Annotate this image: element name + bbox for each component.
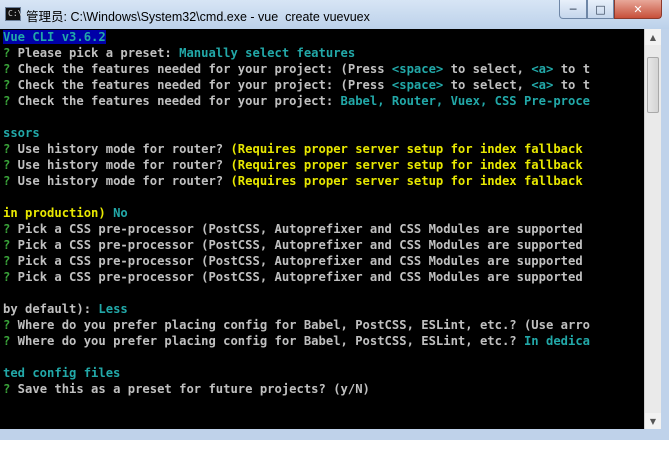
terminal-line: ? Where do you prefer placing config for… [3, 317, 590, 333]
prompt-text: Use history mode for router? [10, 142, 231, 156]
prompt-answer: No [105, 206, 128, 220]
prompt-text: to t [553, 62, 591, 76]
terminal-line: ? Use history mode for router? (Requires… [3, 173, 583, 189]
prompt-answer: Less [98, 302, 128, 316]
prompt-text: to select, [443, 78, 532, 92]
key-hint: <a> [531, 62, 554, 76]
minimize-button[interactable]: ─ [559, 0, 587, 19]
scroll-down-arrow-icon[interactable]: ▼ [645, 413, 661, 429]
app-icon-label: C:\ [8, 9, 23, 18]
terminal-line: ? Please pick a preset: Manually select … [3, 45, 355, 61]
close-button[interactable]: ✕ [614, 0, 662, 19]
prompt-text: Check the features needed for your proje… [10, 78, 392, 92]
prompt-answer: Manually select features [179, 46, 356, 60]
prompt-text: by default): [3, 302, 99, 316]
terminal-line: ted config files [3, 365, 120, 381]
window-bottom-frame [0, 429, 661, 440]
prompt-text: to select, [443, 62, 532, 76]
vertical-scrollbar[interactable]: ▲ ▼ [644, 29, 661, 429]
terminal-line: ? Check the features needed for your pro… [3, 77, 590, 93]
prompt-text: Pick a CSS pre-processor (PostCSS, Autop… [10, 238, 583, 252]
maximize-button[interactable]: □ [587, 0, 614, 19]
cli-version-header: Vue CLI v3.6.2 [3, 30, 106, 44]
console-window: C:\ 管理员: C:\Windows\System32\cmd.exe - v… [0, 0, 669, 440]
prompt-text: Pick a CSS pre-processor (PostCSS, Autop… [10, 270, 583, 284]
prompt-text: Check the features needed for your proje… [10, 62, 392, 76]
key-hint: <space> [391, 78, 444, 92]
warning-text: in production) [3, 206, 106, 220]
prompt-text: Use history mode for router? [10, 158, 231, 172]
terminal-line: ssors [3, 125, 40, 141]
prompt-text: Use history mode for router? [10, 174, 231, 188]
terminal-line: ? Pick a CSS pre-processor (PostCSS, Aut… [3, 221, 583, 237]
prompt-text: Where do you prefer placing config for B… [10, 318, 591, 332]
prompt-text: Check the features needed for your proje… [10, 94, 341, 108]
terminal-line: ? Save this as a preset for future proje… [3, 381, 370, 397]
prompt-text: Pick a CSS pre-processor (PostCSS, Autop… [10, 222, 583, 236]
terminal-line: ? Use history mode for router? (Requires… [3, 141, 583, 157]
title-bar[interactable]: C:\ 管理员: C:\Windows\System32\cmd.exe - v… [0, 0, 669, 29]
terminal-line: ? Pick a CSS pre-processor (PostCSS, Aut… [3, 269, 583, 285]
terminal-line: ? Pick a CSS pre-processor (PostCSS, Aut… [3, 253, 583, 269]
warning-text: (Requires proper server setup for index … [230, 174, 583, 188]
prompt-text: Pick a CSS pre-processor (PostCSS, Autop… [10, 254, 583, 268]
terminal-line: in production) No [3, 205, 128, 221]
prompt-text: Please pick a preset: [10, 46, 180, 60]
window-title: 管理员: C:\Windows\System32\cmd.exe - vue c… [26, 10, 370, 24]
terminal-line: by default): Less [3, 301, 128, 317]
prompt-answer: ted config files [3, 366, 121, 380]
scrollbar-thumb[interactable] [647, 57, 659, 113]
warning-text: (Requires proper server setup for index … [230, 142, 583, 156]
prompt-answer: Babel, Router, Vuex, CSS Pre-proce [340, 94, 591, 108]
cmd-app-icon[interactable]: C:\ [5, 7, 23, 21]
key-hint: <a> [531, 78, 554, 92]
warning-text: (Requires proper server setup for index … [230, 158, 583, 172]
terminal-line: ? Use history mode for router? (Requires… [3, 157, 583, 173]
prompt-answer: ssors [3, 126, 40, 140]
terminal-line: ? Where do you prefer placing config for… [3, 333, 590, 349]
terminal-line: Vue CLI v3.6.2 [3, 29, 106, 45]
terminal-line: ? Check the features needed for your pro… [3, 93, 590, 109]
prompt-text: Save this as a preset for future project… [10, 382, 370, 396]
prompt-answer: In dedica [523, 334, 591, 348]
prompt-text: to t [553, 78, 591, 92]
prompt-text: Where do you prefer placing config for B… [10, 334, 524, 348]
scroll-up-arrow-icon[interactable]: ▲ [645, 29, 661, 45]
key-hint: <space> [391, 62, 444, 76]
terminal-output[interactable]: Vue CLI v3.6.2 ? Please pick a preset: M… [0, 29, 644, 429]
terminal-line: ? Check the features needed for your pro… [3, 61, 590, 77]
terminal-line: ? Pick a CSS pre-processor (PostCSS, Aut… [3, 237, 583, 253]
